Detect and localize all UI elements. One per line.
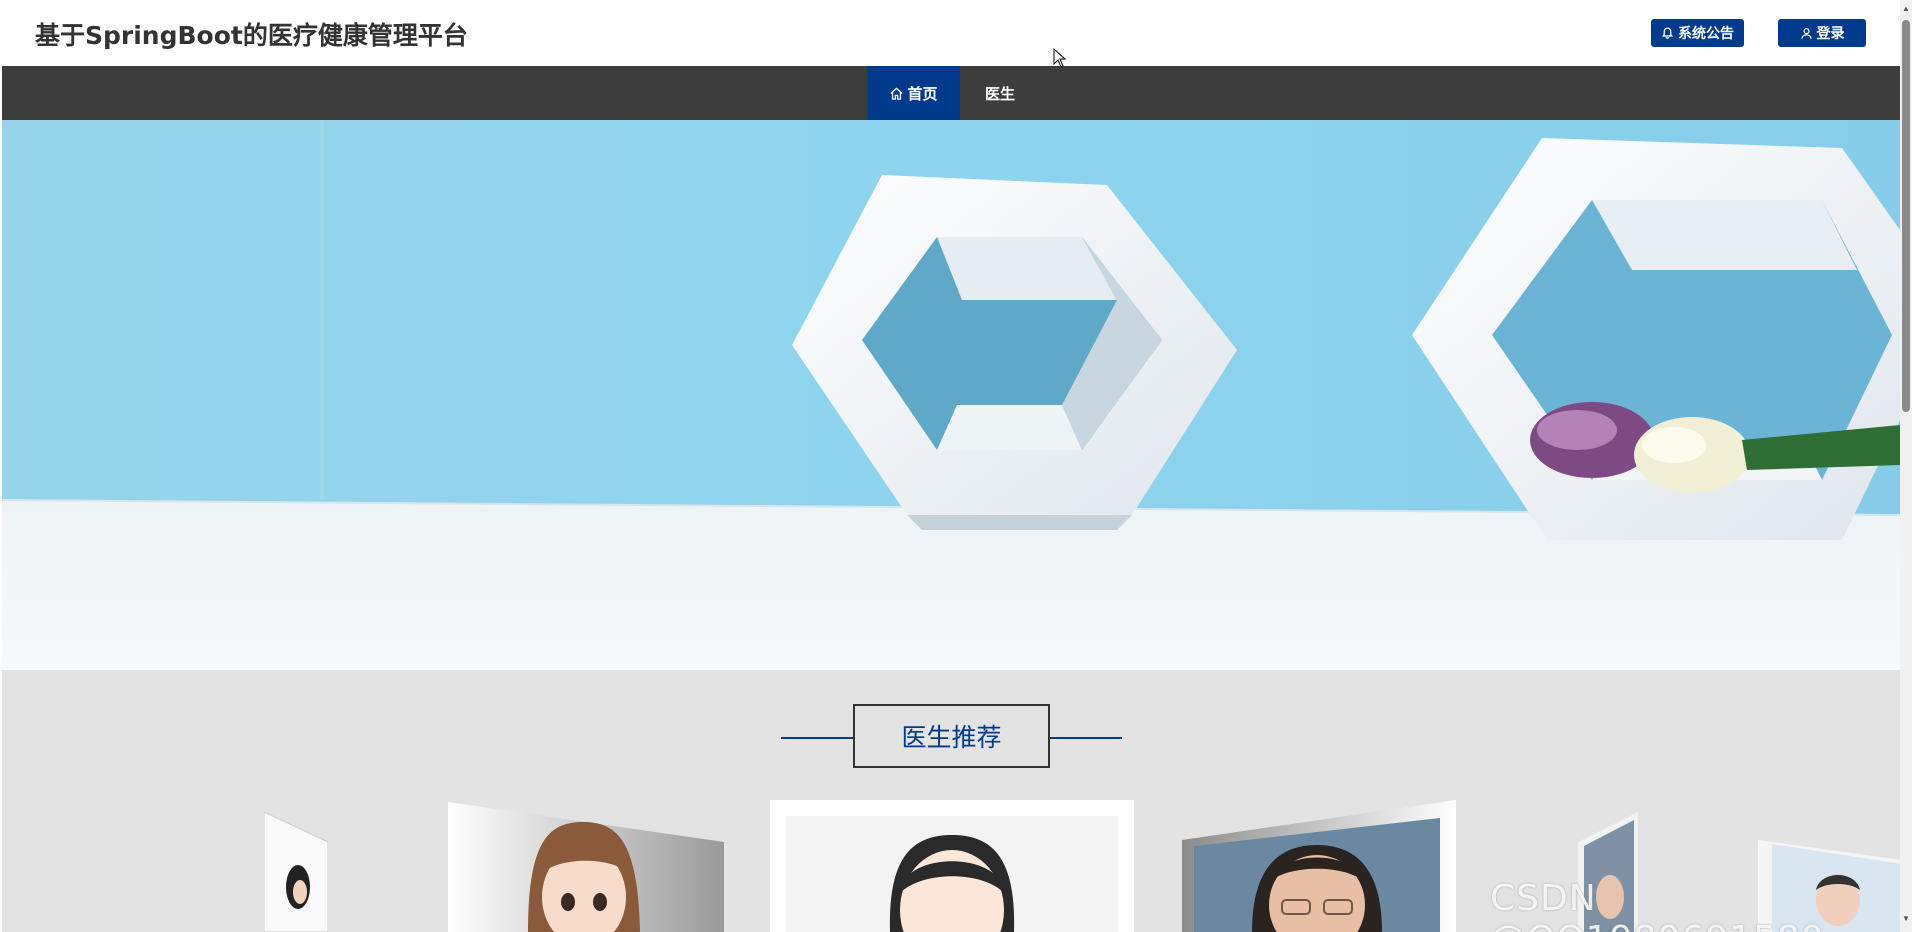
doctor-card[interactable]	[448, 802, 724, 932]
section-title-box: 医生推荐	[853, 704, 1050, 768]
doctor-photo	[448, 802, 724, 932]
main-nav: 首页 医生	[2, 66, 1900, 120]
system-notice-label: 系统公告	[1678, 26, 1734, 42]
watermark-text: CSDN @QQ1980691580	[1490, 878, 1824, 932]
hero-banner[interactable]	[2, 120, 1900, 670]
nav-item-home[interactable]: 首页	[867, 66, 960, 120]
doctor-photo	[264, 812, 328, 932]
doctor-photo	[770, 800, 1134, 932]
nav-item-doctor[interactable]: 医生	[960, 66, 1040, 120]
doctor-card[interactable]	[1182, 800, 1456, 932]
mouse-cursor-icon	[1053, 48, 1067, 68]
user-icon	[1800, 27, 1812, 39]
home-icon	[890, 87, 904, 100]
system-notice-button[interactable]: 系统公告	[1651, 19, 1744, 47]
page-scrollbar[interactable]: ▲ ▼	[1900, 0, 1912, 932]
doctor-photo	[1182, 800, 1456, 932]
scroll-down-arrow-icon[interactable]: ▼	[1902, 914, 1910, 924]
top-header: 基于SpringBoot的医疗健康管理平台 系统公告 登录	[0, 0, 1900, 66]
login-button[interactable]: 登录	[1778, 19, 1866, 47]
scroll-up-arrow-icon[interactable]: ▲	[1902, 4, 1910, 14]
doctor-card[interactable]	[264, 812, 328, 932]
section-title: 医生推荐	[901, 723, 1002, 752]
login-label: 登录	[1816, 26, 1845, 42]
bell-icon	[1661, 27, 1674, 39]
nav-item-doctor-label: 医生	[984, 84, 1015, 103]
doctor-card-active[interactable]	[770, 800, 1134, 932]
nav-item-home-label: 首页	[907, 84, 938, 103]
site-title: 基于SpringBoot的医疗健康管理平台	[35, 21, 468, 50]
scroll-thumb[interactable]	[1902, 20, 1910, 412]
banner-image	[2, 120, 1900, 670]
